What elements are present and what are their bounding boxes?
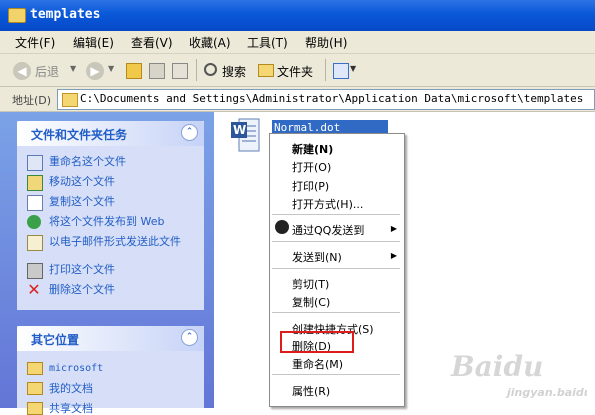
other-places-title: 其它位置: [31, 333, 80, 347]
search-button[interactable]: 搜索: [222, 63, 246, 80]
address-path[interactable]: C:\Documents and Settings\Administrator\…: [80, 92, 583, 105]
menu-favorites[interactable]: 收藏(A): [189, 34, 231, 51]
toolbar: ◀ 后退 ▼ ▶ ▼ 搜索 文件夹 ▼: [0, 54, 595, 87]
back-button[interactable]: 后退: [35, 63, 59, 80]
rename-icon: [27, 155, 43, 171]
menu-view[interactable]: 查看(V): [131, 34, 173, 51]
place-label[interactable]: 我的文档: [49, 383, 199, 395]
menu-item-send-via-qq[interactable]: 通过QQ发送到: [292, 222, 364, 238]
task-label[interactable]: 删除这个文件: [49, 284, 199, 296]
move-icon: [27, 175, 43, 191]
menu-tools[interactable]: 工具(T): [247, 34, 288, 51]
menu-item-open[interactable]: 打开(O): [292, 159, 331, 175]
file-tasks-header[interactable]: 文件和文件夹任务 ⌃: [17, 121, 204, 146]
svg-text:jingyan.baidu.com: jingyan.baidu.com: [505, 386, 587, 399]
window-title: templates: [30, 7, 101, 22]
move-to-icon[interactable]: [149, 63, 165, 79]
menu-item-cut[interactable]: 剪切(T): [292, 276, 329, 292]
place-label[interactable]: 共享文档: [49, 403, 199, 415]
svg-text:W: W: [233, 123, 246, 137]
copy-icon: [27, 195, 43, 211]
folder-icon: [8, 8, 26, 23]
address-bar: 地址(D) C:\Documents and Settings\Administ…: [0, 87, 595, 112]
address-label: 地址(D): [12, 94, 52, 107]
other-places-panel: 其它位置 ⌃ microsoft 我的文档 共享文档: [17, 326, 204, 415]
delete-x-icon: ✕: [27, 280, 41, 299]
folder-icon[interactable]: [258, 64, 274, 77]
folder-icon: [27, 402, 43, 415]
menu-item-copy[interactable]: 复制(C): [292, 294, 330, 310]
printer-icon: [27, 263, 43, 279]
menu-item-rename[interactable]: 重命名(M): [292, 356, 343, 372]
context-menu: 新建(N) 打开(O) 打印(P) 打开方式(H)... 通过QQ发送到 ▶ 发…: [269, 133, 405, 407]
task-label[interactable]: 重命名这个文件: [49, 156, 199, 168]
collapse-icon[interactable]: ⌃: [181, 124, 198, 141]
task-label[interactable]: 以电子邮件形式发送此文件: [49, 236, 199, 248]
email-icon: [27, 235, 43, 251]
chevron-down-icon[interactable]: ▼: [70, 64, 76, 73]
qq-penguin-icon: [275, 220, 289, 234]
chevron-down-icon[interactable]: ▼: [108, 64, 114, 73]
menu-item-new[interactable]: 新建(N): [292, 141, 333, 157]
menu-file[interactable]: 文件(F): [15, 34, 55, 51]
file-tasks-title: 文件和文件夹任务: [31, 128, 128, 142]
folder-up-icon[interactable]: [126, 63, 142, 79]
collapse-icon[interactable]: ⌃: [181, 329, 198, 346]
word-document-icon[interactable]: W: [231, 117, 261, 154]
menu-edit[interactable]: 编辑(E): [73, 34, 114, 51]
task-label[interactable]: 复制这个文件: [49, 196, 199, 208]
delete-highlight-box: [280, 331, 354, 353]
menu-bar: 文件(F) 编辑(E) 查看(V) 收藏(A) 工具(T) 帮助(H): [0, 31, 595, 54]
svg-text:Baidu: Baidu: [450, 350, 543, 383]
menu-item-open-with[interactable]: 打开方式(H)...: [292, 196, 363, 212]
folder-icon: [27, 382, 43, 395]
submenu-arrow-icon: ▶: [390, 224, 397, 233]
chevron-down-icon[interactable]: ▼: [350, 64, 356, 73]
folders-button[interactable]: 文件夹: [277, 63, 313, 80]
folder-icon: [27, 362, 43, 375]
title-bar[interactable]: templates: [0, 0, 595, 31]
other-places-header[interactable]: 其它位置 ⌃: [17, 326, 204, 351]
menu-item-properties[interactable]: 属性(R): [292, 383, 330, 399]
file-tasks-panel: 文件和文件夹任务 ⌃ 重命名这个文件 移动这个文件 复制这个文件 将这个文件发布…: [17, 121, 204, 310]
task-label[interactable]: 打印这个文件: [49, 264, 199, 276]
views-icon[interactable]: [333, 63, 349, 79]
publish-web-icon: [27, 215, 41, 229]
place-label[interactable]: microsoft: [49, 363, 199, 375]
search-icon[interactable]: [204, 63, 217, 76]
menu-item-send-to[interactable]: 发送到(N): [292, 249, 342, 265]
baidu-watermark-logo: Baidu jingyan.baidu.com: [450, 350, 587, 399]
submenu-arrow-icon: ▶: [390, 251, 397, 260]
menu-help[interactable]: 帮助(H): [305, 34, 347, 51]
task-label[interactable]: 将这个文件发布到 Web: [49, 216, 199, 228]
delete-icon[interactable]: [172, 63, 188, 79]
task-label[interactable]: 移动这个文件: [49, 176, 199, 188]
menu-item-print[interactable]: 打印(P): [292, 178, 329, 194]
task-pane: 文件和文件夹任务 ⌃ 重命名这个文件 移动这个文件 复制这个文件 将这个文件发布…: [0, 112, 214, 415]
address-input[interactable]: C:\Documents and Settings\Administrator\…: [57, 89, 595, 110]
forward-arrow-icon[interactable]: ▶: [86, 62, 104, 80]
folder-icon: [62, 93, 78, 107]
back-arrow-icon[interactable]: ◀: [13, 62, 31, 80]
